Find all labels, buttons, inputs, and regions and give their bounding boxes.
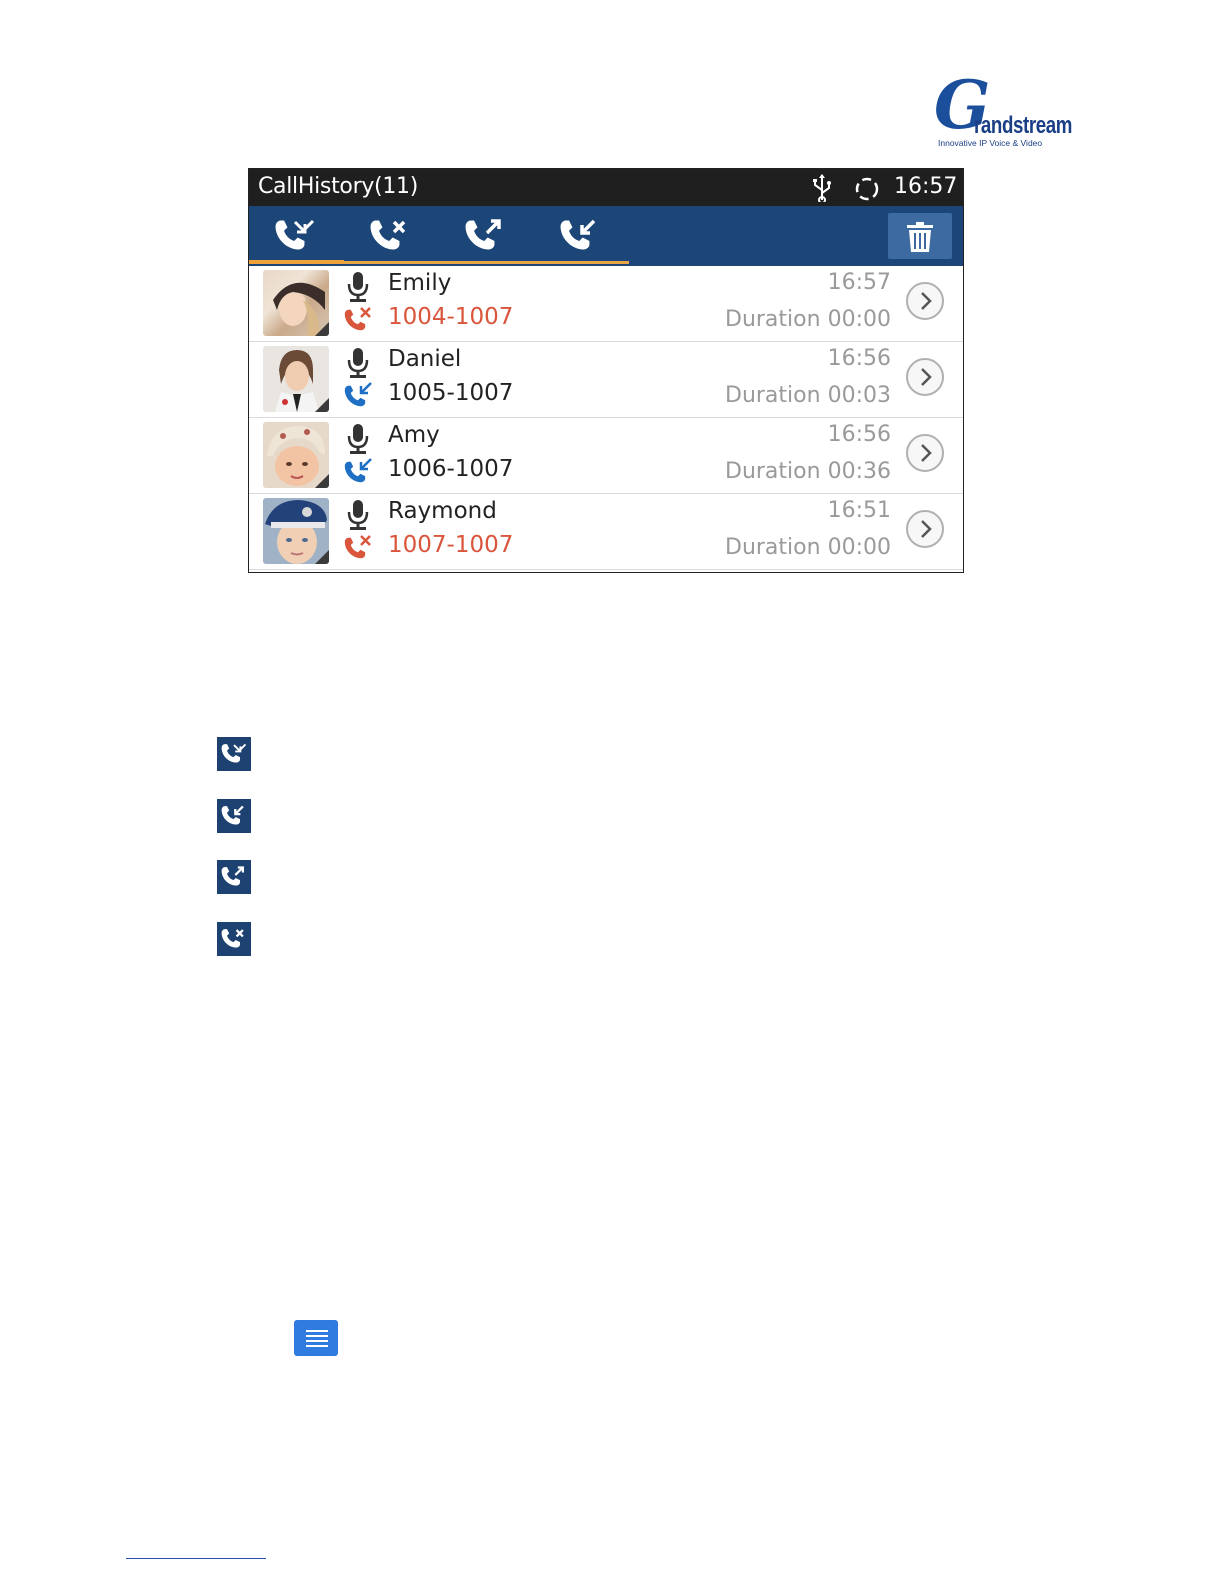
duration-label: Duration — [725, 383, 821, 408]
call-number: 1006-1007 — [388, 456, 514, 482]
call-number: 1004-1007 — [388, 304, 514, 330]
logo-tagline: Innovative IP Voice & Video — [938, 138, 1043, 148]
microphone-icon — [347, 424, 369, 454]
duration-value: 00:00 — [827, 307, 891, 332]
call-number: 1005-1007 — [388, 380, 514, 406]
call-row[interactable]: Daniel 1005-1007 16:56 Duration 00:03 — [249, 342, 963, 418]
sync-icon — [855, 177, 879, 201]
duration-label: Duration — [725, 307, 821, 332]
outgoing-call-icon — [465, 219, 501, 250]
chevron-right-icon — [921, 444, 932, 462]
all-calls-icon — [275, 219, 315, 250]
grandstream-logo: G randstream Innovative IP Voice & Video — [934, 72, 1072, 150]
tab-underline-track — [344, 261, 629, 264]
footnote-divider — [126, 1558, 266, 1559]
call-number: 1007-1007 — [388, 532, 514, 558]
outgoing-call-icon — [217, 860, 251, 894]
details-button[interactable] — [906, 358, 944, 396]
call-time: 16:57 — [827, 270, 891, 295]
microphone-icon — [347, 348, 369, 378]
duration-value: 00:03 — [827, 383, 891, 408]
call-row[interactable]: Amy 1006-1007 16:56 Duration 00:36 — [249, 418, 963, 494]
duration-label: Duration — [725, 459, 821, 484]
avatar — [263, 346, 329, 412]
call-row[interactable]: Raymond 1007-1007 16:51 Duration 00:00 — [249, 494, 963, 570]
call-row[interactable]: Emily 1004-1007 16:57 Duration 00:00 — [249, 266, 963, 342]
details-button[interactable] — [906, 434, 944, 472]
avatar — [263, 270, 329, 336]
duration-value: 00:00 — [827, 535, 891, 560]
delete-button[interactable] — [888, 213, 952, 259]
status-clock: 16:57 — [894, 174, 958, 199]
missed-call-icon — [217, 922, 251, 956]
contact-name: Raymond — [388, 498, 497, 524]
page-title: CallHistory(11) — [258, 174, 418, 199]
call-time: 16:56 — [827, 422, 891, 447]
contact-name: Daniel — [388, 346, 462, 372]
missed-call-icon — [344, 307, 371, 331]
tab-missed-calls[interactable] — [344, 206, 439, 263]
chevron-right-icon — [921, 292, 932, 310]
menu-icon — [294, 1320, 338, 1356]
tab-outgoing-calls[interactable] — [439, 206, 534, 263]
trash-icon — [907, 222, 933, 252]
call-history-screen: CallHistory(11) 16:57 Emily 1004-1007 16… — [248, 168, 964, 573]
chevron-right-icon — [921, 520, 932, 538]
call-time: 16:56 — [827, 346, 891, 371]
avatar — [263, 422, 329, 488]
incoming-call-icon — [217, 799, 251, 833]
call-filter-tabs — [249, 206, 963, 266]
duration-label: Duration — [725, 535, 821, 560]
call-list: Emily 1004-1007 16:57 Duration 00:00 Dan… — [249, 266, 963, 570]
status-bar: CallHistory(11) 16:57 — [249, 169, 963, 206]
chevron-right-icon — [921, 368, 932, 386]
microphone-icon — [347, 272, 369, 302]
missed-call-icon — [344, 535, 371, 559]
incoming-call-icon — [560, 219, 596, 250]
incoming-call-icon — [344, 458, 372, 483]
details-button[interactable] — [906, 282, 944, 320]
tab-all-calls[interactable] — [249, 206, 344, 263]
call-time: 16:51 — [827, 498, 891, 523]
selected-tab-indicator — [249, 260, 344, 264]
microphone-icon — [347, 500, 369, 530]
contact-name: Amy — [388, 422, 440, 448]
missed-call-icon — [370, 220, 406, 250]
contact-name: Emily — [388, 270, 452, 296]
usb-icon — [813, 174, 831, 202]
all-calls-icon — [217, 737, 251, 771]
avatar — [263, 498, 329, 564]
logo-word: randstream — [974, 112, 1073, 139]
tab-incoming-calls[interactable] — [534, 206, 629, 263]
incoming-call-icon — [344, 382, 372, 407]
duration-value: 00:36 — [827, 459, 891, 484]
details-button[interactable] — [906, 510, 944, 548]
